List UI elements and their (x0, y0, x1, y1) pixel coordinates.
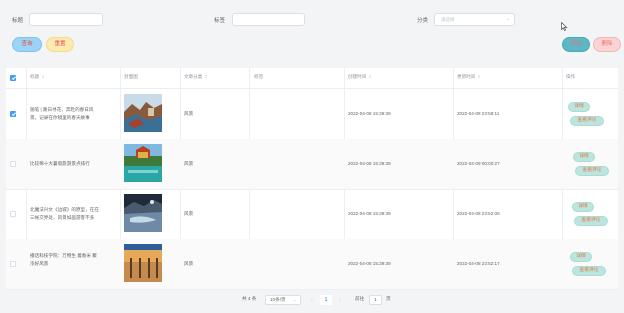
header-tag: 标签 (254, 74, 264, 79)
header-updated-label: 更新时间 (457, 74, 476, 79)
page-number-current[interactable]: 1 (320, 295, 332, 305)
header-title-label: 标题 (30, 74, 40, 79)
articles-table: 标题 ⇕ 封面图 文章分类 ⇕ 标签 创建时间 ⇕ 更新时间 ⇕ 操作 随笔 | 路日寻… (6, 68, 618, 290)
next-page-button[interactable]: › (334, 295, 346, 305)
header-created-label: 创建时间 (348, 74, 367, 79)
row-title: 北魔法兴文《边城》的原型，在在三帐交界处，风景如画游客不多 (30, 207, 99, 220)
table-row[interactable]: 北魔法兴文《边城》的原型，在在三帐交界处，风景如画游客不多 风景 2022-04… (6, 189, 618, 240)
header-ops: 操作 (566, 74, 576, 79)
row-title: 比较稀十大暑假旅游景点排行 (30, 161, 90, 166)
tag-filter-label: 标签 (214, 18, 226, 24)
row-checkbox[interactable] (10, 211, 16, 217)
title-filter-input[interactable] (29, 13, 103, 26)
add-button[interactable]: 添加 (562, 37, 590, 52)
table-row[interactable]: 随笔 | 路日寻花，奔赴的春日风景，记录在你镜里的春天故事 风景 2022-04… (6, 89, 618, 140)
sort-caret-icon: ⇕ (477, 74, 481, 79)
row-checkbox[interactable] (10, 161, 16, 167)
header-created[interactable]: 创建时间 ⇕ (348, 74, 372, 80)
cover-image (124, 244, 162, 282)
detail-button[interactable]: 详情 (572, 202, 594, 212)
page-size-select[interactable]: 10条/页 ⌄ (265, 295, 301, 305)
mouse-cursor-icon (561, 22, 568, 31)
detail-button[interactable]: 详情 (568, 102, 590, 112)
row-title: 随笔 | 路日寻花，奔赴的春日风景，记录在你镜里的春天故事 (30, 107, 94, 120)
row-updated-time: 2022-04-08 23:52:06 (457, 211, 500, 216)
goto-label: 前往 (355, 296, 365, 301)
prev-page-button[interactable]: ‹ (306, 295, 318, 305)
row-category: 风景 (184, 161, 194, 166)
row-created-time: 2022-04-08 15:39:39 (348, 161, 391, 166)
search-button[interactable]: 查询 (12, 37, 42, 52)
view-comments-button[interactable]: 查看评论 (570, 116, 604, 126)
goto-page-suffix: 页 (386, 296, 391, 301)
detail-button[interactable]: 详情 (570, 252, 592, 262)
header-category[interactable]: 文章分类 ⇕ (184, 74, 208, 80)
row-title: 播话科技学院：万物生 着春米 聚浓好风景 (30, 253, 97, 266)
sort-caret-icon: ⇕ (41, 74, 45, 79)
chevron-down-icon: ⌄ (293, 297, 297, 302)
row-category: 风景 (184, 261, 194, 266)
sort-caret-icon: ⇕ (368, 74, 372, 79)
select-all-checkbox[interactable] (10, 75, 16, 81)
cover-image (124, 94, 162, 132)
goto-page-input[interactable]: 1 (369, 295, 382, 305)
category-select[interactable]: 请选择 ⌄ (434, 13, 515, 26)
page-size-value: 10条/页 (270, 297, 286, 302)
chevron-left-icon: ‹ (311, 297, 313, 303)
row-updated-time: 2022-04-08 23:52:17 (457, 261, 500, 266)
cover-image (124, 144, 162, 182)
row-created-time: 2022-04-08 15:39:39 (348, 111, 391, 116)
category-select-placeholder: 请选择 (441, 17, 455, 22)
row-checkbox[interactable] (10, 111, 16, 117)
header-cover: 封面图 (124, 74, 138, 79)
cover-image (124, 194, 162, 232)
title-filter-label: 标题 (12, 18, 24, 24)
header-category-label: 文章分类 (184, 74, 203, 79)
view-comments-button[interactable]: 查看评论 (574, 216, 608, 226)
reset-button[interactable]: 重置 (46, 37, 74, 52)
table-row[interactable]: 比较稀十大暑假旅游景点排行 风景 2022-04-08 15:39:39 202… (6, 139, 618, 190)
sort-caret-icon: ⇕ (204, 74, 208, 79)
view-comments-button[interactable]: 查看评论 (572, 266, 606, 276)
row-created-time: 2022-04-08 15:39:39 (348, 211, 391, 216)
row-updated-time: 2022-04-09 00:00:27 (457, 161, 500, 166)
row-updated-time: 2022-04-08 23:58:11 (457, 111, 500, 116)
table-header: 标题 ⇕ 封面图 文章分类 ⇕ 标签 创建时间 ⇕ 更新时间 ⇕ 操作 (6, 68, 618, 89)
chevron-right-icon: › (339, 297, 341, 303)
detail-button[interactable]: 详情 (573, 152, 595, 162)
row-category: 风景 (184, 211, 194, 216)
pagination-total: 共 4 条 (242, 296, 257, 301)
header-title[interactable]: 标题 ⇕ (30, 74, 45, 80)
header-updated[interactable]: 更新时间 ⇕ (457, 74, 481, 80)
chevron-down-icon: ⌄ (505, 16, 510, 22)
delete-button[interactable]: 删除 (593, 37, 621, 52)
tag-filter-input[interactable] (232, 13, 305, 26)
row-category: 风景 (184, 111, 194, 116)
table-row[interactable]: 播话科技学院：万物生 着春米 聚浓好风景 风景 2022-04-08 15:39… (6, 239, 618, 290)
category-filter-label: 分类 (417, 18, 429, 24)
row-checkbox[interactable] (10, 261, 16, 267)
view-comments-button[interactable]: 查看评论 (575, 166, 609, 176)
row-created-time: 2022-04-08 15:39:39 (348, 261, 391, 266)
